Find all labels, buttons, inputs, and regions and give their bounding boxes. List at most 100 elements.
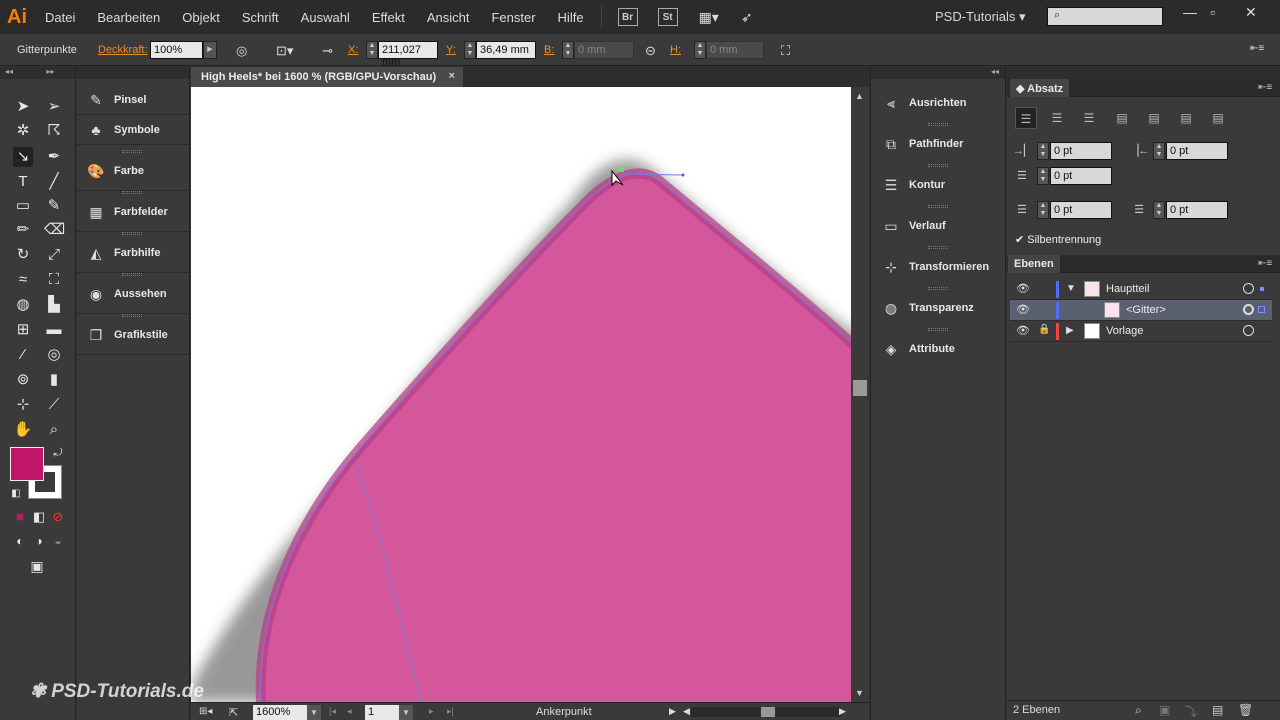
space-before-stepper[interactable]: ▲ ▼ (1037, 201, 1049, 219)
mesh-tool-icon[interactable]: ⊞ (13, 320, 33, 340)
default-colors-icon[interactable]: ◧ (6, 484, 26, 504)
opacity-input[interactable]: 100% (150, 41, 203, 59)
menu-objekt[interactable]: Objekt (182, 10, 220, 25)
panel-transparency[interactable]: ◍ Transparenz (871, 287, 1005, 328)
last-page-icon[interactable]: ▸| (447, 706, 454, 717)
shape-builder-tool-icon[interactable]: ◍ (13, 295, 33, 315)
scroll-right-icon[interactable]: ▶ (839, 706, 846, 717)
panel-graphic-styles[interactable]: ❐ Grafikstile (77, 315, 190, 355)
gradient-tool-icon[interactable]: ▬ (44, 320, 64, 340)
line-tool-icon[interactable]: ╱ (44, 172, 64, 192)
width-input[interactable]: 0 mm (574, 41, 634, 59)
gpu-performance-icon[interactable]: ➶ (741, 9, 753, 26)
gradient-mode-icon[interactable]: ◧ (29, 507, 49, 527)
artwork[interactable] (191, 87, 851, 702)
panel-stroke[interactable]: ☰ Kontur (871, 164, 1005, 205)
pencil-tool-icon[interactable]: ✏ (13, 220, 33, 240)
layers-panel-tab[interactable]: Ebenen (1008, 255, 1060, 273)
magic-wand-tool-icon[interactable]: ✲ (13, 121, 33, 141)
paragraph-panel-tab[interactable]: ◆ Absatz (1010, 79, 1070, 97)
justify-all-icon[interactable]: ▤ (1207, 107, 1229, 129)
column-graph-tool-icon[interactable]: ▮ (44, 370, 64, 390)
prev-page-icon[interactable]: ◂ (347, 706, 352, 717)
hand-tool-icon[interactable]: ✋ (13, 420, 33, 440)
zoom-level-input[interactable]: 1600% (253, 705, 307, 720)
align-center-icon[interactable]: ☰ (1046, 107, 1068, 129)
artboard-canvas[interactable] (191, 87, 851, 702)
export-icon[interactable]: ⇱ (229, 706, 238, 719)
y-input[interactable]: 36,49 mm (476, 41, 536, 59)
target-circle-icon[interactable] (1243, 283, 1254, 294)
minimize-icon[interactable]: — (1183, 4, 1197, 20)
first-page-icon[interactable]: |◂ (329, 706, 336, 717)
space-after-input[interactable]: 0 pt (1166, 201, 1228, 219)
layer-row-hauptteil[interactable]: 👁 ▼ Hauptteil (1010, 279, 1272, 300)
control-menu-icon[interactable]: ⇤≡ (1250, 43, 1264, 54)
screen-mode-icon[interactable]: ▣ (27, 556, 47, 576)
middle-dock-header[interactable]: ◂◂ (871, 67, 1005, 79)
first-line-indent-stepper[interactable]: ▲ ▼ (1037, 167, 1049, 185)
menu-datei[interactable]: Datei (45, 10, 75, 25)
height-input[interactable]: 0 mm (706, 41, 764, 59)
first-line-indent-input[interactable]: 0 pt (1050, 167, 1112, 185)
opacity-label[interactable]: Deckkraft: (98, 44, 148, 56)
visibility-eye-icon[interactable]: 👁 (1016, 303, 1030, 316)
width-stepper[interactable]: ▲ ▼ (562, 41, 574, 59)
lasso-tool-icon[interactable]: ☈ (44, 121, 64, 141)
layer-name[interactable]: <Gitter> (1126, 304, 1166, 316)
locate-object-icon[interactable]: ⌕ (1135, 703, 1142, 718)
hscroll-thumb[interactable] (761, 707, 775, 717)
new-layer-icon[interactable]: ▤ (1212, 703, 1223, 717)
symbol-sprayer-tool-icon[interactable]: ⊚ (13, 370, 33, 390)
layer-row-vorlage[interactable]: 👁 🔒 ▶ Vorlage (1010, 321, 1272, 342)
paintbrush-tool-icon[interactable]: ✎ (44, 196, 64, 216)
scroll-up-icon[interactable]: ▲ (855, 91, 864, 101)
layer-name[interactable]: Vorlage (1106, 325, 1143, 337)
direct-selection-tool-icon[interactable]: ➢ (44, 97, 64, 117)
selection-indicator-icon[interactable] (1258, 306, 1265, 313)
selection-tool-icon[interactable]: ➤ (13, 97, 33, 117)
lock-icon[interactable]: 🔒 (1038, 324, 1050, 335)
x-stepper[interactable]: ▲ ▼ (366, 41, 378, 59)
panel-brushes[interactable]: ✎ Pinsel (77, 85, 190, 115)
align-right-icon[interactable]: ☰ (1078, 107, 1100, 129)
eyedropper-tool-icon[interactable]: ⁄ (13, 345, 33, 365)
recolor-icon[interactable]: ◎ (236, 43, 247, 59)
draw-behind-icon[interactable]: ◑ (29, 531, 49, 551)
panel-appearance[interactable]: ◉ Aussehen (77, 274, 190, 314)
eraser-tool-icon[interactable]: ⌫ (44, 220, 65, 240)
reference-point-icon[interactable]: ⊸ (322, 43, 333, 59)
status-menu-icon[interactable]: ▶ (669, 706, 676, 717)
expand-triangle-icon[interactable]: ▼ (1066, 283, 1076, 294)
panel-pathfinder[interactable]: ⧉ Pathfinder (871, 123, 1005, 164)
width-tool-icon[interactable]: ≈ (13, 270, 33, 290)
height-stepper[interactable]: ▲ ▼ (694, 41, 706, 59)
menu-schrift[interactable]: Schrift (242, 10, 279, 25)
expand-triangle-icon[interactable]: ▶ (1066, 325, 1074, 336)
free-transform-tool-icon[interactable]: ⛶ (44, 270, 64, 290)
close-document-icon[interactable]: × (449, 70, 455, 82)
search-input[interactable]: ⌕ (1047, 7, 1163, 26)
align-to-icon[interactable]: ⊡▾ (276, 43, 293, 59)
maximize-icon[interactable]: ▫ (1210, 4, 1215, 20)
selection-indicator-icon[interactable] (1260, 287, 1264, 291)
panel-swatches[interactable]: ▦ Farbfelder (77, 192, 190, 232)
page-dropdown-icon[interactable]: ▼ (399, 705, 413, 720)
menu-effekt[interactable]: Effekt (372, 10, 405, 25)
hyphenation-checkbox[interactable]: ✔ Silbentrennung (1015, 233, 1101, 246)
document-tab[interactable]: High Heels* bei 1600 % (RGB/GPU-Vorschau… (191, 67, 463, 87)
stock-button[interactable]: St (657, 8, 678, 26)
bridge-button[interactable]: Br (617, 8, 638, 26)
x-input[interactable]: 211,027 mm (378, 41, 438, 68)
menu-auswahl[interactable]: Auswahl (301, 10, 350, 25)
menu-ansicht[interactable]: Ansicht (427, 10, 470, 25)
space-after-stepper[interactable]: ▲ ▼ (1153, 201, 1165, 219)
close-icon[interactable]: ✕ (1245, 4, 1257, 21)
artboard-nav-icon[interactable]: ⊞◂ (199, 706, 212, 717)
panel-color[interactable]: 🎨 Farbe (77, 151, 190, 191)
left-indent-stepper[interactable]: ▲ ▼ (1037, 142, 1049, 160)
make-clipping-mask-icon[interactable]: ▣ (1159, 703, 1170, 717)
opacity-dropdown-icon[interactable]: ▶ (203, 41, 217, 59)
zoom-tool-icon[interactable]: ⌕ (44, 420, 64, 440)
rotate-tool-icon[interactable]: ↻ (13, 245, 33, 265)
